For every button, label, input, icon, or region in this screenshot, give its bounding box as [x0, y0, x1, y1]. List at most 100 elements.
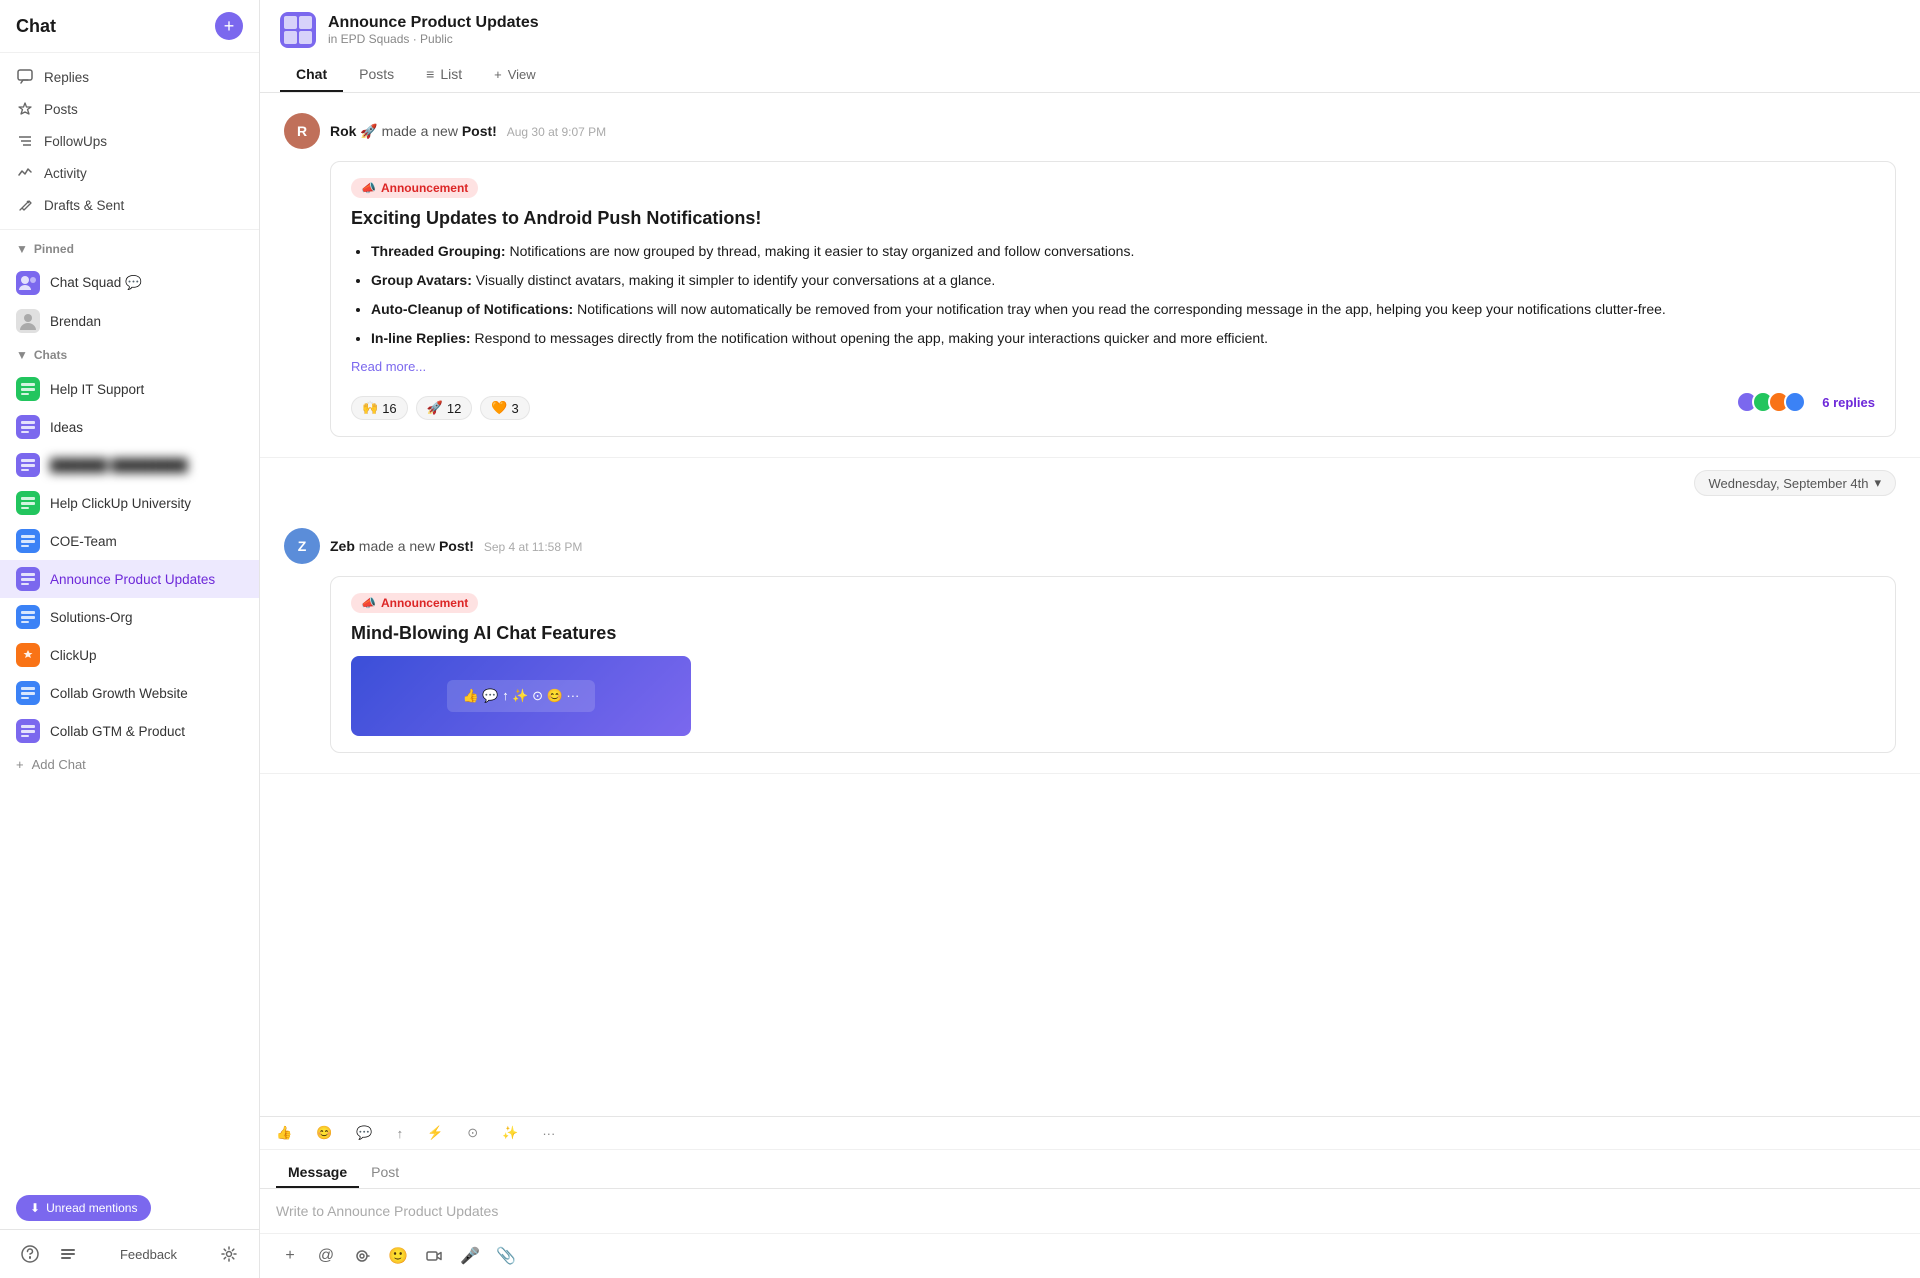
- list-item: Group Avatars: Visually distinct avatars…: [371, 270, 1875, 291]
- solutions-org-name: Solutions-Org: [50, 610, 243, 625]
- toolbar-action-icon-msg[interactable]: 💬: [348, 1121, 380, 1145]
- replies-icon: [16, 68, 34, 86]
- input-tab-post[interactable]: Post: [359, 1158, 411, 1188]
- toolbar-mic-icon[interactable]: 🎤: [456, 1242, 484, 1270]
- coe-team-name: COE-Team: [50, 534, 243, 549]
- replies-info[interactable]: 6 replies: [1736, 391, 1875, 413]
- sidebar-item-chat-squad[interactable]: Chat Squad 💬: [0, 264, 259, 302]
- replies-label: Replies: [44, 70, 89, 85]
- sidebar-item-blurred[interactable]: ██████ ████████: [0, 446, 259, 484]
- message-block-2: Z Zeb made a new Post! Sep 4 at 11:58 PM…: [260, 508, 1920, 774]
- post-list-1: Threaded Grouping: Notifications are now…: [351, 241, 1875, 349]
- settings-icon[interactable]: [215, 1240, 243, 1268]
- chat-squad-name: Chat Squad 💬: [50, 275, 243, 291]
- add-chat-label: Add Chat: [32, 757, 86, 772]
- sidebar-item-help-clickup[interactable]: Help ClickUp University: [0, 484, 259, 522]
- ideas-name: Ideas: [50, 420, 243, 435]
- clickup-avatar: [16, 643, 40, 667]
- date-chevron-icon: ▾: [1874, 475, 1881, 491]
- toolbar-action-icon-circle[interactable]: ⊙: [459, 1121, 486, 1145]
- posts-label: Posts: [44, 102, 78, 117]
- reaction-rocket[interactable]: 🚀 12: [416, 396, 473, 420]
- read-more-link[interactable]: Read more...: [351, 359, 1875, 374]
- sidebar-item-collab-gtm[interactable]: Collab GTM & Product: [0, 712, 259, 750]
- sidebar-item-solutions-org[interactable]: Solutions-Org: [0, 598, 259, 636]
- post-title-2: Mind-Blowing AI Chat Features: [351, 623, 1875, 644]
- message-input-placeholder[interactable]: Write to Announce Product Updates: [260, 1189, 1920, 1233]
- msg-time-2: Sep 4 at 11:58 PM: [484, 540, 583, 554]
- chat-area: R Rok 🚀 made a new Post! Aug 30 at 9:07 …: [260, 93, 1920, 1116]
- chats-chevron-icon: ▼: [16, 348, 28, 362]
- main-header: Announce Product Updates in EPD Squads ·…: [260, 0, 1920, 93]
- zeb-avatar: Z: [284, 528, 320, 564]
- toolbar-action-icon-bolt[interactable]: ⚡: [419, 1121, 451, 1145]
- help-icon[interactable]: [16, 1240, 44, 1268]
- toolbar-action-icon-star[interactable]: ✨: [494, 1121, 526, 1145]
- toolbar-attach-icon[interactable]: 📎: [492, 1242, 520, 1270]
- input-tab-message[interactable]: Message: [276, 1158, 359, 1188]
- sidebar-item-drafts[interactable]: Drafts & Sent: [0, 189, 259, 221]
- input-toolbar: + @ 🙂 🎤 📎: [260, 1233, 1920, 1278]
- reactions: 🙌 16 🚀 12 🧡 3: [351, 396, 530, 420]
- toolbar-emoji-icon[interactable]: 🙂: [384, 1242, 412, 1270]
- list-icon[interactable]: [54, 1240, 82, 1268]
- clap-emoji: 🙌: [362, 400, 378, 416]
- reply-count: 6 replies: [1822, 395, 1875, 410]
- sidebar-item-coe-team[interactable]: COE-Team: [0, 522, 259, 560]
- message-header-1: R Rok 🚀 made a new Post! Aug 30 at 9:07 …: [284, 113, 1896, 149]
- reaction-heart[interactable]: 🧡 3: [480, 396, 529, 420]
- ideas-avatar: [16, 415, 40, 439]
- toolbar-at-icon[interactable]: @: [312, 1242, 340, 1270]
- brendan-avatar: [16, 309, 40, 333]
- toolbar-plus-icon[interactable]: +: [276, 1242, 304, 1270]
- chats-section-header[interactable]: ▼ Chats: [0, 340, 259, 370]
- post-image-inner: 👍 💬 ↑ ✨ ⊙ 😊 ···: [447, 680, 596, 712]
- reply-avatar-4: [1784, 391, 1806, 413]
- rocket-emoji: 🚀: [427, 400, 443, 416]
- toolbar-action-icon-upload[interactable]: ↑: [389, 1122, 412, 1145]
- toolbar-action-icon-more[interactable]: ···: [534, 1122, 563, 1145]
- tab-chat[interactable]: Chat: [280, 58, 343, 92]
- sidebar-item-clickup[interactable]: ClickUp: [0, 636, 259, 674]
- sidebar-item-collab-growth[interactable]: Collab Growth Website: [0, 674, 259, 712]
- sidebar-footer: Feedback: [0, 1229, 259, 1278]
- toolbar-action-icon-emoji[interactable]: 😊: [308, 1121, 340, 1145]
- toolbar-video-icon[interactable]: [420, 1242, 448, 1270]
- add-new-button[interactable]: +: [215, 12, 243, 40]
- sidebar-item-posts[interactable]: Posts: [0, 93, 259, 125]
- reactions-row: 🙌 16 🚀 12 🧡 3: [351, 384, 1875, 420]
- sidebar-item-help-it[interactable]: Help IT Support: [0, 370, 259, 408]
- message-block-1: R Rok 🚀 made a new Post! Aug 30 at 9:07 …: [260, 93, 1920, 458]
- pinned-section-header[interactable]: ▼ Pinned: [0, 234, 259, 264]
- sidebar-item-followups[interactable]: FollowUps: [0, 125, 259, 157]
- tab-posts[interactable]: Posts: [343, 58, 410, 92]
- reaction-clap[interactable]: 🙌 16: [351, 396, 408, 420]
- drafts-label: Drafts & Sent: [44, 198, 124, 213]
- announcement-label: Announcement: [381, 181, 468, 195]
- msg-highlight-2: Post!: [439, 538, 474, 554]
- sidebar: Chat + Replies Posts FollowUps Activit: [0, 0, 260, 1278]
- add-chat-button[interactable]: + Add Chat: [0, 750, 259, 779]
- sidebar-item-activity[interactable]: Activity: [0, 157, 259, 189]
- sidebar-item-announce[interactable]: Announce Product Updates: [0, 560, 259, 598]
- sidebar-item-ideas[interactable]: Ideas: [0, 408, 259, 446]
- followups-icon: [16, 132, 34, 150]
- drafts-icon: [16, 196, 34, 214]
- tab-list[interactable]: ≡ List: [410, 58, 478, 92]
- toolbar-mention-icon[interactable]: [348, 1242, 376, 1270]
- help-it-avatar: [16, 377, 40, 401]
- chat-squad-avatar: [16, 271, 40, 295]
- announce-name: Announce Product Updates: [50, 572, 243, 587]
- sidebar-item-brendan[interactable]: Brendan: [0, 302, 259, 340]
- announcement-badge-1: 📣 Announcement: [351, 178, 478, 198]
- announcement-label-2: Announcement: [381, 596, 468, 610]
- toolbar-action-icon-thumbs[interactable]: 👍: [268, 1121, 300, 1145]
- reply-avatars: [1736, 391, 1806, 413]
- announcement-icon: 📣: [361, 181, 376, 195]
- sidebar-item-replies[interactable]: Replies: [0, 61, 259, 93]
- unread-mentions-button[interactable]: ⬇ Unread mentions: [16, 1195, 151, 1221]
- toolbar-icons-preview: 👍 💬 ↑ ✨ ⊙ 😊 ···: [463, 688, 580, 704]
- tab-add-view[interactable]: + View: [478, 58, 552, 92]
- list-item: Auto-Cleanup of Notifications: Notificat…: [371, 299, 1875, 320]
- date-pill[interactable]: Wednesday, September 4th ▾: [1694, 470, 1896, 496]
